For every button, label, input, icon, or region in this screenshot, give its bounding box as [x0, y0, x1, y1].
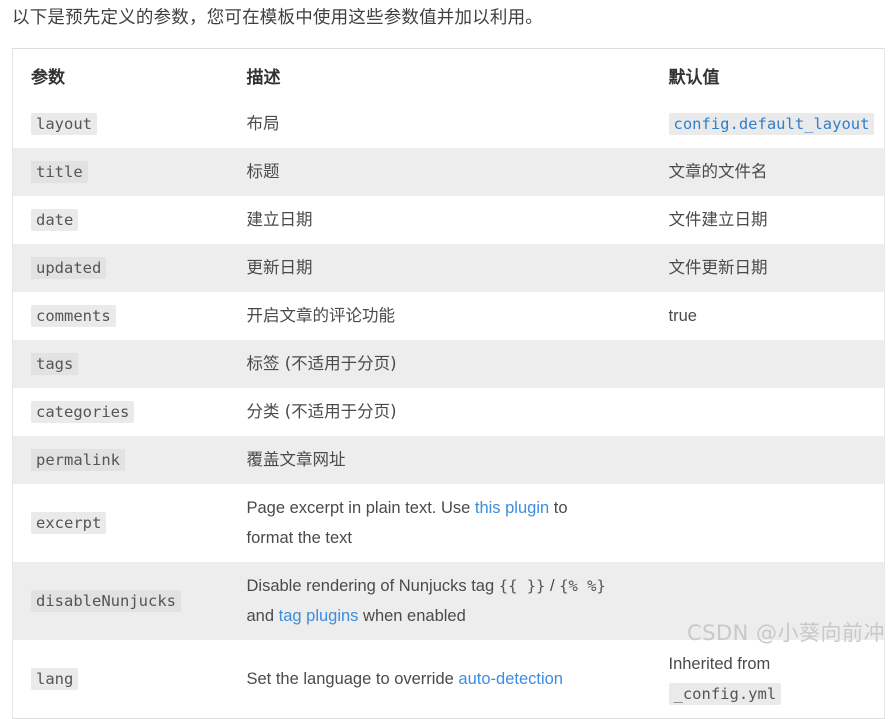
param-code-tags: tags	[31, 353, 79, 375]
table-row: date 建立日期 文件建立日期	[12, 196, 885, 244]
cell-parameter: comments	[12, 292, 229, 340]
nunjucks-block-code: {% %}	[559, 577, 606, 595]
param-code-permalink: permalink	[31, 449, 125, 471]
param-code-categories: categories	[31, 401, 135, 423]
column-header-description: 描述	[246, 68, 281, 88]
cell-description: 标签 (不适用于分页)	[228, 340, 651, 388]
cell-description: Disable rendering of Nunjucks tag {{ }} …	[228, 562, 651, 640]
desc-text-before: Set the language to override	[246, 670, 459, 688]
cell-default	[650, 388, 885, 436]
default-code-link-config-default-layout[interactable]: config.default_layout	[668, 113, 875, 135]
desc-text-mid: and	[246, 607, 279, 625]
cell-parameter: excerpt	[12, 484, 229, 562]
table-row: comments 开启文章的评论功能 true	[12, 292, 885, 340]
table-row: layout 布局 config.default_layout	[12, 100, 885, 148]
param-code-title: title	[31, 161, 88, 183]
cell-description: Set the language to override auto-detect…	[228, 640, 651, 719]
cell-description: 建立日期	[228, 196, 651, 244]
column-header-parameter: 参数	[31, 68, 65, 88]
cell-default: Inherited from _config.yml	[650, 640, 885, 719]
cell-default: config.default_layout	[650, 100, 885, 148]
desc-text-after: when enabled	[358, 607, 466, 625]
table-row: disableNunjucks Disable rendering of Nun…	[12, 562, 885, 640]
auto-detection-link[interactable]: auto-detection	[458, 670, 563, 688]
param-code-excerpt: excerpt	[31, 512, 107, 534]
cell-default: 文件建立日期	[650, 196, 885, 244]
cell-parameter: layout	[12, 100, 229, 148]
table-head: 参数 描述 默认值	[13, 49, 885, 101]
table-row: lang Set the language to override auto-d…	[12, 640, 885, 719]
cell-default	[650, 340, 885, 388]
config-yml-code: _config.yml	[668, 683, 782, 705]
cell-default	[650, 484, 885, 562]
cell-description: Page excerpt in plain text. Use this plu…	[228, 484, 651, 562]
table-body: layout 布局 config.default_layout title 标题…	[12, 100, 885, 719]
cell-default	[650, 436, 885, 484]
cell-default	[650, 562, 885, 640]
cell-parameter: lang	[12, 640, 229, 719]
this-plugin-link[interactable]: this plugin	[475, 499, 549, 517]
cell-parameter: tags	[12, 340, 229, 388]
table-row: tags 标签 (不适用于分页)	[12, 340, 885, 388]
table-header-row: 参数 描述 默认值	[13, 49, 885, 101]
desc-text-slash: /	[545, 577, 560, 595]
param-code-layout: layout	[31, 113, 97, 135]
cell-parameter: date	[12, 196, 229, 244]
cell-description: 开启文章的评论功能	[228, 292, 651, 340]
page-root: 以下是预先定义的参数，您可在模板中使用这些参数值并加以利用。 参数 描述 默认值…	[0, 0, 896, 719]
description-text: Disable rendering of Nunjucks tag {{ }} …	[247, 571, 607, 631]
cell-parameter: updated	[12, 244, 229, 292]
table-row: permalink 覆盖文章网址	[12, 436, 885, 484]
param-code-updated: updated	[31, 257, 107, 279]
param-code-comments: comments	[31, 305, 116, 327]
cell-description: 覆盖文章网址	[228, 436, 651, 484]
description-text: Set the language to override auto-detect…	[247, 664, 607, 694]
default-text: Inherited from _config.yml	[668, 649, 875, 709]
table-row: categories 分类 (不适用于分页)	[12, 388, 885, 436]
intro-paragraph: 以下是预先定义的参数，您可在模板中使用这些参数值并加以利用。	[12, 8, 543, 28]
parameters-table-wrapper: 参数 描述 默认值 layout 布局 config.default_layou…	[12, 48, 885, 719]
cell-description: 标题	[228, 148, 651, 196]
cell-default: true	[650, 292, 885, 340]
table-row: updated 更新日期 文件更新日期	[12, 244, 885, 292]
cell-parameter: title	[12, 148, 229, 196]
cell-parameter: categories	[12, 388, 229, 436]
nunjucks-variable-code: {{ }}	[498, 577, 546, 595]
cell-default: 文件更新日期	[650, 244, 885, 292]
cell-parameter: disableNunjucks	[12, 562, 229, 640]
cell-description: 布局	[228, 100, 651, 148]
param-code-disablenunjucks: disableNunjucks	[31, 590, 181, 612]
parameters-table: 参数 描述 默认值 layout 布局 config.default_layou…	[12, 48, 885, 719]
cell-parameter: permalink	[12, 436, 229, 484]
column-header-default: 默认值	[668, 68, 720, 88]
tag-plugins-link[interactable]: tag plugins	[279, 607, 359, 625]
cell-default: 文章的文件名	[650, 148, 885, 196]
cell-description: 更新日期	[228, 244, 651, 292]
description-text: Page excerpt in plain text. Use this plu…	[247, 493, 607, 553]
table-row: excerpt Page excerpt in plain text. Use …	[12, 484, 885, 562]
desc-text-before: Disable rendering of Nunjucks tag	[246, 577, 499, 595]
param-code-lang: lang	[31, 668, 79, 690]
param-code-date: date	[31, 209, 79, 231]
table-row: title 标题 文章的文件名	[12, 148, 885, 196]
desc-text-before: Page excerpt in plain text. Use	[246, 499, 475, 517]
cell-description: 分类 (不适用于分页)	[228, 388, 651, 436]
